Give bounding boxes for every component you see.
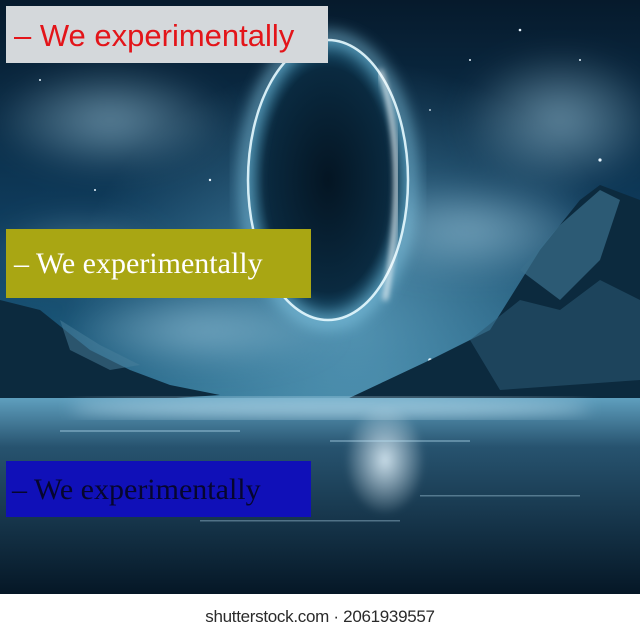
top-caption-banner: – We experimentally — [6, 6, 328, 63]
bottom-caption-banner: – We experimentally — [6, 461, 311, 517]
watermark-footer: shutterstock.com · 2061939557 — [0, 594, 640, 640]
image-canvas: – We experimentally – We experimentally … — [0, 0, 640, 640]
stock-watermark: shutterstock.com · 2061939557 — [205, 607, 435, 626]
middle-caption-text: – We experimentally — [14, 247, 263, 280]
light-reflection — [345, 405, 425, 515]
top-caption-text: – We experimentally — [14, 18, 295, 53]
bottom-caption-text: – We experimentally — [12, 473, 261, 506]
middle-caption-banner: – We experimentally — [6, 229, 311, 298]
